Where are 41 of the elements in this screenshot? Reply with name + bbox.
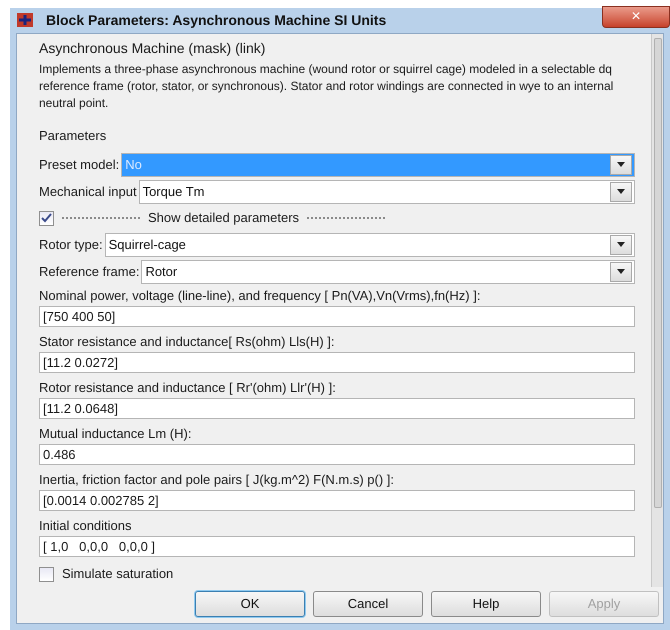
input-field[interactable]: [11.2 0.0648] — [39, 398, 635, 419]
checkbox-label: Show detailed parameters — [148, 209, 300, 228]
dialog-button[interactable]: Help — [431, 591, 541, 617]
dropdown-button[interactable] — [610, 262, 632, 282]
input-field[interactable]: [750 400 50] — [39, 306, 635, 327]
checkbox[interactable] — [39, 210, 54, 226]
checkbox[interactable] — [39, 566, 54, 582]
caret-icon — [617, 269, 625, 274]
section-title: Parameters — [39, 126, 108, 144]
field-label: Mechanical input — [39, 182, 137, 201]
dropdown-button[interactable] — [610, 234, 632, 254]
field-label: Preset model: — [39, 156, 120, 174]
window-title: Block Parameters: Asynchronous Machine SI Units — [46, 10, 386, 30]
field-label: Rotor type: — [39, 236, 103, 254]
input-field[interactable]: [0.0014 0.002785 2] — [39, 490, 635, 511]
input-field[interactable]: [11.2 0.0272] — [39, 352, 635, 373]
dropdown[interactable]: Squirrel-cage — [104, 232, 635, 256]
dropdown-button[interactable] — [610, 154, 632, 174]
mask-header: Asynchronous Machine (mask) (link) — [39, 38, 266, 58]
input-field[interactable]: [ 1,0 0,0,0 0,0,0 ] — [39, 536, 635, 557]
field-label: Mutual inductance Lm (H): — [39, 425, 192, 443]
field-label: Rotor resistance and inductance [ Rr'(ohm) Llr'(H) ]: — [39, 379, 337, 397]
field-label: Inertia, friction factor and pole pairs [ J(kg.m^2) F(N.m.s) p() ]: — [39, 471, 396, 489]
checkbox-label: Simulate saturation — [62, 565, 174, 584]
scroll-thumb[interactable] — [654, 38, 662, 508]
dialog-button[interactable]: Cancel — [313, 591, 423, 617]
field-label: Reference frame: — [39, 262, 140, 281]
dropdown-button[interactable] — [610, 182, 632, 202]
caret-icon — [617, 189, 625, 194]
field-label: Initial conditions — [39, 517, 132, 535]
app-icon — [16, 11, 34, 30]
dialog-button[interactable]: OK — [195, 591, 305, 617]
caret-icon — [617, 162, 625, 167]
dropdown[interactable]: Rotor — [141, 260, 635, 284]
field-label: Stator resistance and inductance[ Rs(ohm) Lls(H) ]: — [39, 333, 336, 351]
description: Implements a three-phase asynchronous machine (wound rotor or squirrel cage) modeled in a selectable dq reference frame (rotor, stator, or synchronous). Stator and rotor windings are connected in wye to an internal neutral point. — [39, 60, 614, 112]
checkmark-icon — [41, 213, 52, 223]
dropdown[interactable]: Torque Tm — [138, 180, 635, 204]
input-field[interactable]: 0.486 — [39, 444, 635, 465]
caret-icon — [617, 242, 625, 247]
field-label: Nominal power, voltage (line-line), and frequency [ Pn(VA),Vn(Vrms),fn(Hz) ]: — [39, 287, 482, 305]
